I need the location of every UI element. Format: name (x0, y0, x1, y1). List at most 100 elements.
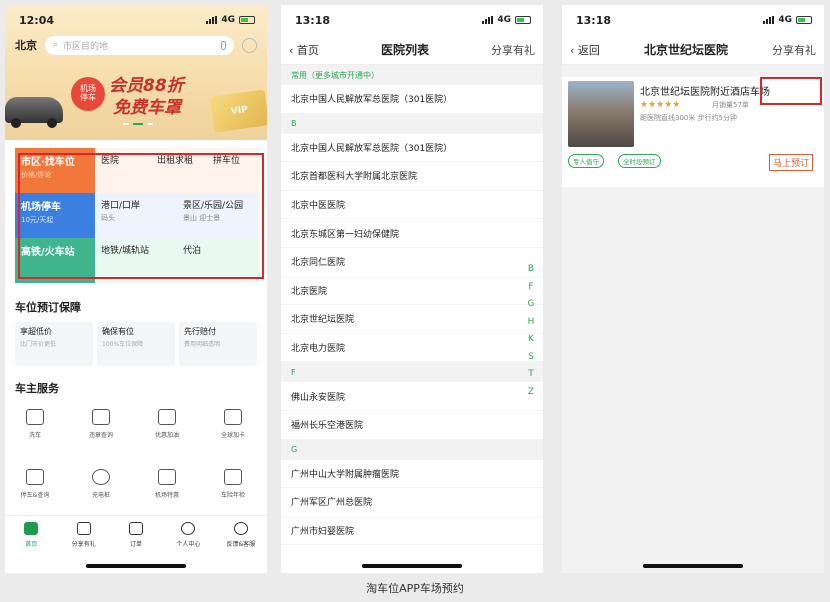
index-letter[interactable]: B (525, 264, 537, 282)
tab-share[interactable]: 分享有礼 (57, 516, 109, 553)
list-item[interactable]: 广州市妇婴医院 (281, 517, 543, 546)
signal-icon (482, 16, 494, 24)
alphabet-index[interactable]: B F G H K S T Z (525, 264, 537, 404)
group-header: G (281, 439, 543, 460)
charging-icon (92, 469, 110, 485)
parking-lot-photo (568, 81, 634, 147)
back-label: 返回 (577, 43, 600, 57)
share-button[interactable]: 分享有礼 (491, 42, 535, 58)
guarantee-item[interactable]: 确保有位 100%车位保障 (97, 322, 175, 366)
service-label: 违章查询 (88, 432, 113, 439)
violation-icon (92, 409, 110, 425)
index-letter[interactable]: Z (525, 387, 537, 405)
status-bar: 13:18 4G (562, 5, 824, 35)
highlight-box-grid (18, 153, 264, 279)
list-item[interactable]: 广州中山大学附属肿瘤医院 (281, 460, 543, 489)
service-charging[interactable]: 充电桩 (71, 469, 131, 499)
signal-group: 4G (206, 15, 255, 25)
index-letter[interactable]: K (525, 334, 537, 352)
microphone-icon[interactable] (221, 40, 226, 50)
car-image (5, 97, 63, 128)
tab-orders[interactable]: 订单 (110, 516, 162, 553)
rating-stars: ★★★★★ (640, 100, 681, 110)
home-icon (24, 522, 39, 535)
list-item[interactable]: 北京医院 (281, 277, 543, 306)
group-header: F (281, 362, 543, 383)
tab-bar: 首页 分享有礼 订单 个人中心 反馈&客服 (5, 515, 267, 553)
airport-promo-badge: 机场 停车 (71, 77, 105, 111)
battery-icon (515, 16, 531, 24)
list-item[interactable]: 北京世纪坛医院 (281, 305, 543, 334)
hospital-list: 常用（更多城市开通中） 北京中国人民解放军总医院（301医院） B 北京中国人民… (281, 65, 543, 546)
list-item[interactable]: 北京中医医院 (281, 191, 543, 220)
index-letter[interactable]: T (525, 369, 537, 387)
battery-icon (796, 16, 812, 24)
home-indicator (86, 564, 186, 568)
card-icon (224, 409, 242, 425)
index-letter[interactable]: H (525, 317, 537, 335)
screen-hospital-list: 13:18 4G ‹ 首页 医院列表 分享有礼 常用（更多城市开通中） 北京中国… (281, 5, 543, 573)
list-item[interactable]: 北京中国人民解放军总医院（301医院） (281, 85, 543, 114)
service-label: 车险年检 (220, 492, 245, 499)
tab-feedback[interactable]: 反馈&客服 (215, 516, 267, 553)
monthly-sales: 月销量57单 (712, 101, 749, 109)
vip-card-image: VIP (209, 89, 267, 133)
tab-label: 订单 (130, 541, 143, 548)
list-item[interactable]: 北京同仁医院 (281, 248, 543, 277)
exclamation-icon (233, 522, 248, 535)
service-insurance[interactable]: 车险年检 (203, 469, 263, 499)
badge-line2: 停车 (80, 93, 96, 102)
status-time: 13:18 (576, 13, 612, 27)
list-item[interactable]: 北京中国人民解放军总医院（301医院） (281, 134, 543, 163)
index-letter[interactable]: G (525, 299, 537, 317)
back-button[interactable]: ‹ 首页 (289, 42, 319, 58)
network-label: 4G (221, 15, 235, 25)
service-label: 优惠加油 (154, 432, 179, 439)
list-item[interactable]: 北京首都医科大学附属北京医院 (281, 162, 543, 191)
promo-subtitle[interactable]: 免费车罩 (113, 93, 181, 118)
index-letter[interactable]: S (525, 352, 537, 370)
service-card[interactable]: 全球加卡 (203, 409, 263, 439)
search-input[interactable]: ⌕ 市区目的地 (45, 35, 234, 55)
back-label: 首页 (296, 43, 319, 57)
tab-profile[interactable]: 个人中心 (162, 516, 214, 553)
index-letter[interactable]: F (525, 282, 537, 300)
highlight-box-book (760, 77, 822, 105)
page-title: 北京世纪坛医院 (643, 43, 728, 57)
group-header: 常用（更多城市开通中） (281, 65, 543, 85)
city-selector[interactable]: 北京 (15, 37, 37, 53)
guarantee-item[interactable]: 先行赔付 费用明细透明 (179, 322, 257, 366)
list-item[interactable]: 北京电力医院 (281, 334, 543, 363)
service-airport-deal[interactable]: 机场特惠 (137, 469, 197, 499)
guarantee-item-sub: 100%车位保障 (102, 341, 144, 348)
list-item[interactable]: 北京东城区第一妇幼保健院 (281, 219, 543, 248)
book-now-button[interactable]: 马上预订 (769, 154, 814, 171)
list-item[interactable]: 佛山永安医院 (281, 382, 543, 411)
back-button[interactable]: ‹ 返回 (570, 42, 600, 58)
list-item[interactable]: 福州长乐空港医院 (281, 411, 543, 440)
tab-home[interactable]: 首页 (5, 516, 57, 553)
home-indicator (362, 564, 462, 568)
tag-badge: 专人值守 (568, 154, 604, 168)
service-label: 洗车 (28, 432, 41, 439)
share-button[interactable]: 分享有礼 (772, 42, 816, 58)
service-violation[interactable]: 违章查询 (71, 409, 131, 439)
gift-icon (76, 522, 91, 535)
figure-caption: 淘车位APP车场预约 (366, 582, 464, 595)
chevron-left-icon: ‹ (570, 43, 578, 57)
service-car-wash[interactable]: 洗车 (5, 409, 65, 439)
battery-icon (239, 16, 255, 24)
status-time: 13:18 (295, 13, 331, 27)
screen-home: 12:04 4G 北京 ⌕ 市区目的地 机场 停车 会员88折 免费车罩 VIP… (5, 5, 267, 573)
nav-bar: ‹ 返回 北京世纪坛医院 分享有礼 (562, 35, 824, 65)
list-item[interactable]: 广州军区广州总医院 (281, 488, 543, 517)
service-fuel[interactable]: 优惠加油 (137, 409, 197, 439)
search-placeholder: 市区目的地 (63, 41, 109, 52)
service-parking-query[interactable]: 停车&查询 (5, 469, 65, 499)
guarantee-item[interactable]: 享超低价 比门市价更低 (15, 322, 93, 366)
message-icon[interactable] (242, 37, 257, 53)
car-wash-icon (26, 409, 44, 425)
service-label: 充电桩 (91, 492, 110, 499)
network-label: 4G (497, 15, 511, 25)
orders-icon (129, 522, 144, 535)
